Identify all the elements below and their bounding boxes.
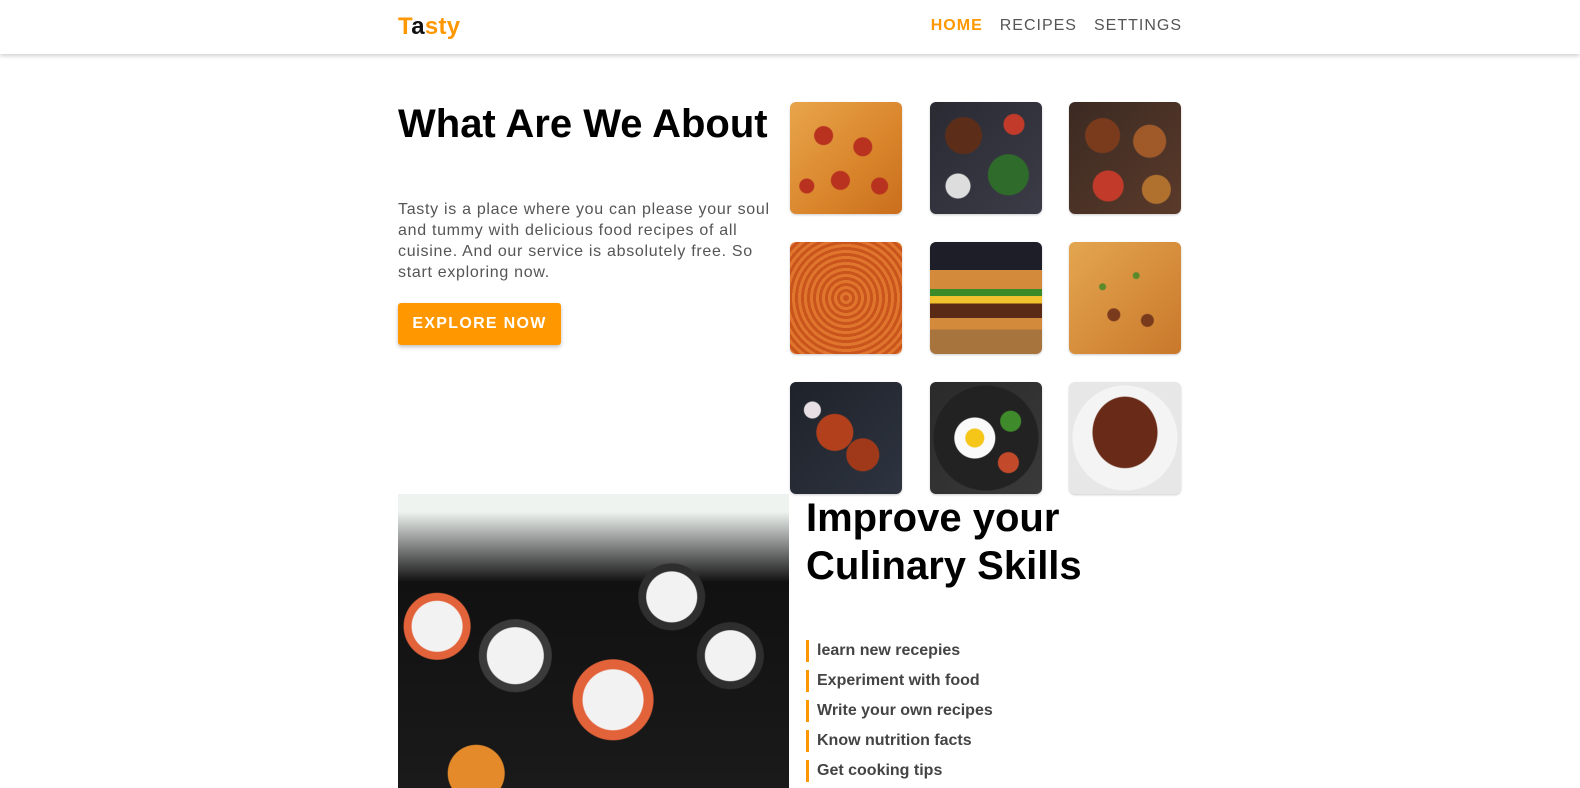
skill-item: Know nutrition facts <box>806 730 993 752</box>
biryani-image <box>1069 242 1181 354</box>
logo-rest: sty <box>424 13 461 40</box>
bibimbap-image <box>929 382 1042 494</box>
about-title: What Are We About <box>398 102 768 146</box>
skill-item: Write your own recipes <box>806 700 993 722</box>
nav-settings-link[interactable]: SETTINGS <box>1094 17 1182 35</box>
sushi-image <box>398 494 789 788</box>
food-gallery <box>790 102 1181 494</box>
skills-list: learn new recepies Experiment with food … <box>806 640 993 788</box>
pizza-image <box>790 102 902 214</box>
brand-logo[interactable]: Tasty <box>398 13 460 41</box>
steak-image <box>1069 382 1181 494</box>
skill-item: Get cooking tips <box>806 760 993 782</box>
nav-recipes-link[interactable]: RECIPES <box>1000 17 1077 35</box>
burger-image <box>929 242 1042 354</box>
skill-item: Experiment with food <box>806 670 993 692</box>
nav-links: HOME RECIPES SETTINGS <box>931 17 1182 35</box>
spaghetti-image <box>790 242 902 354</box>
skill-item: learn new recepies <box>806 640 993 662</box>
logo-letter-t: T <box>398 13 412 40</box>
explore-now-button[interactable]: EXPLORE NOW <box>398 303 561 345</box>
nav-home-link[interactable]: HOME <box>931 17 983 35</box>
table-dishes-image <box>1069 102 1181 214</box>
logo-letter-a: a <box>411 13 425 40</box>
chicken-image <box>790 382 902 494</box>
navbar: Tasty HOME RECIPES SETTINGS <box>0 0 1580 54</box>
skills-title: Improve your Culinary Skills <box>806 496 1082 588</box>
about-description: Tasty is a place where you can please yo… <box>398 201 770 281</box>
bowl-image <box>929 102 1042 214</box>
